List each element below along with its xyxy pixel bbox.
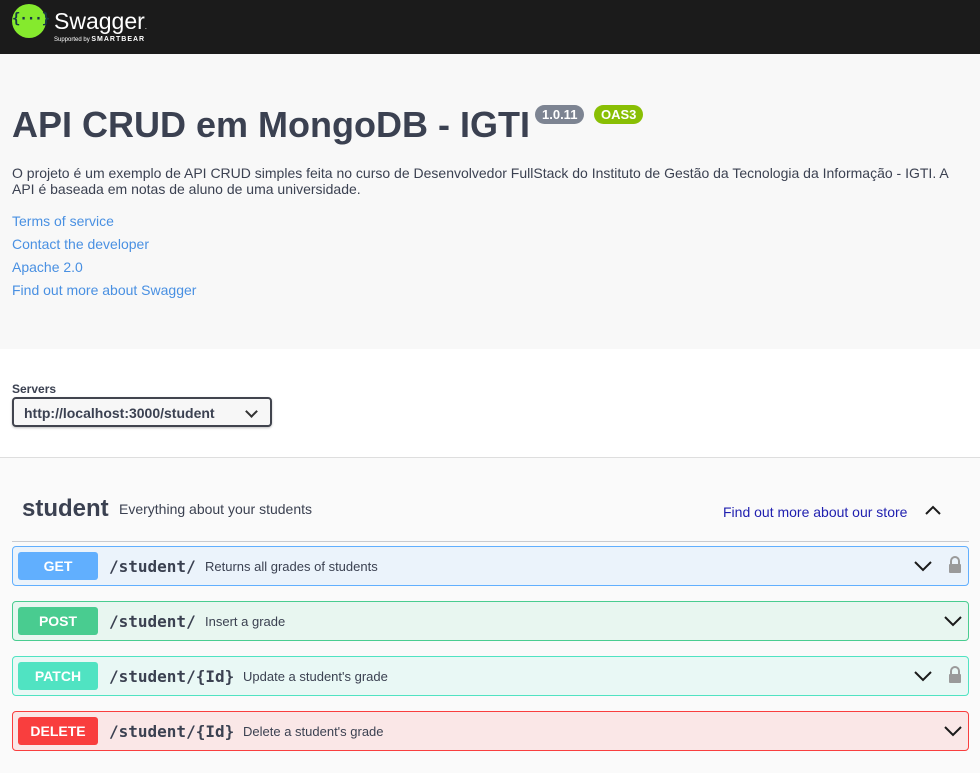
- swagger-logo-icon[interactable]: {···}: [12, 4, 50, 38]
- license-link[interactable]: Apache 2.0: [12, 259, 83, 275]
- operation-get-student[interactable]: GET /student/ Returns all grades of stud…: [12, 546, 969, 586]
- terms-of-service-link[interactable]: Terms of service: [12, 213, 114, 229]
- tag-name[interactable]: student: [22, 495, 109, 523]
- operation-summary: Update a student's grade: [243, 669, 388, 684]
- brand-name[interactable]: Swagger.: [54, 8, 147, 35]
- method-badge-delete: DELETE: [18, 717, 98, 745]
- operation-summary: Returns all grades of students: [205, 559, 378, 574]
- brand-tagline: Supported by SMARTBEAR: [54, 36, 145, 43]
- contact-developer-link[interactable]: Contact the developer: [12, 236, 149, 252]
- servers-select[interactable]: http://localhost:3000/student: [12, 397, 272, 427]
- chevron-down-icon: [245, 405, 258, 418]
- api-description: O projeto é um exemplo de API CRUD simpl…: [12, 165, 948, 197]
- method-badge-patch: PATCH: [18, 662, 98, 690]
- operation-path: /student/{Id}: [109, 667, 235, 686]
- lock-icon[interactable]: [948, 556, 962, 574]
- method-badge-get: GET: [18, 552, 98, 580]
- page-title: API CRUD em MongoDB - IGTI: [12, 104, 530, 145]
- brand-name-text: Swagger: [54, 8, 145, 34]
- operation-path: /student/: [109, 557, 196, 576]
- operation-patch-student[interactable]: PATCH /student/{Id} Update a student's g…: [12, 656, 969, 696]
- swagger-logo-glyph: {···}: [12, 11, 50, 27]
- brand-trademark: .: [144, 22, 148, 31]
- tag-external-link[interactable]: Find out more about our store: [723, 504, 907, 520]
- info-section: API CRUD em MongoDB - IGTI 1.0.11 OAS3 O…: [0, 54, 980, 349]
- tag-description: Everything about your students: [119, 501, 313, 517]
- operation-summary: Delete a student's grade: [243, 724, 384, 739]
- operation-path: /student/: [109, 612, 196, 631]
- version-badge: 1.0.11: [535, 105, 585, 124]
- chevron-down-icon[interactable]: [913, 556, 933, 576]
- lock-icon[interactable]: [948, 666, 962, 684]
- topbar: {···} Swagger. Supported by SMARTBEAR: [0, 0, 980, 54]
- chevron-up-icon[interactable]: [925, 502, 941, 518]
- servers-section: Servers http://localhost:3000/student: [0, 349, 980, 458]
- tag-divider: [12, 541, 969, 542]
- servers-label: Servers: [12, 382, 57, 396]
- external-docs-link[interactable]: Find out more about Swagger: [12, 282, 196, 298]
- chevron-down-icon[interactable]: [913, 666, 933, 686]
- operation-delete-student[interactable]: DELETE /student/{Id} Delete a student's …: [12, 711, 969, 751]
- supported-by-text: Supported by: [54, 37, 90, 43]
- servers-selected-value: http://localhost:3000/student: [24, 405, 215, 421]
- operation-summary: Insert a grade: [205, 614, 286, 629]
- method-badge-post: POST: [18, 607, 98, 635]
- oas-badge: OAS3: [594, 105, 644, 124]
- company-name: SMARTBEAR: [91, 36, 146, 43]
- operation-path: /student/{Id}: [109, 722, 235, 741]
- operation-post-student[interactable]: POST /student/ Insert a grade: [12, 601, 969, 641]
- chevron-down-icon[interactable]: [943, 721, 963, 741]
- chevron-down-icon[interactable]: [943, 611, 963, 631]
